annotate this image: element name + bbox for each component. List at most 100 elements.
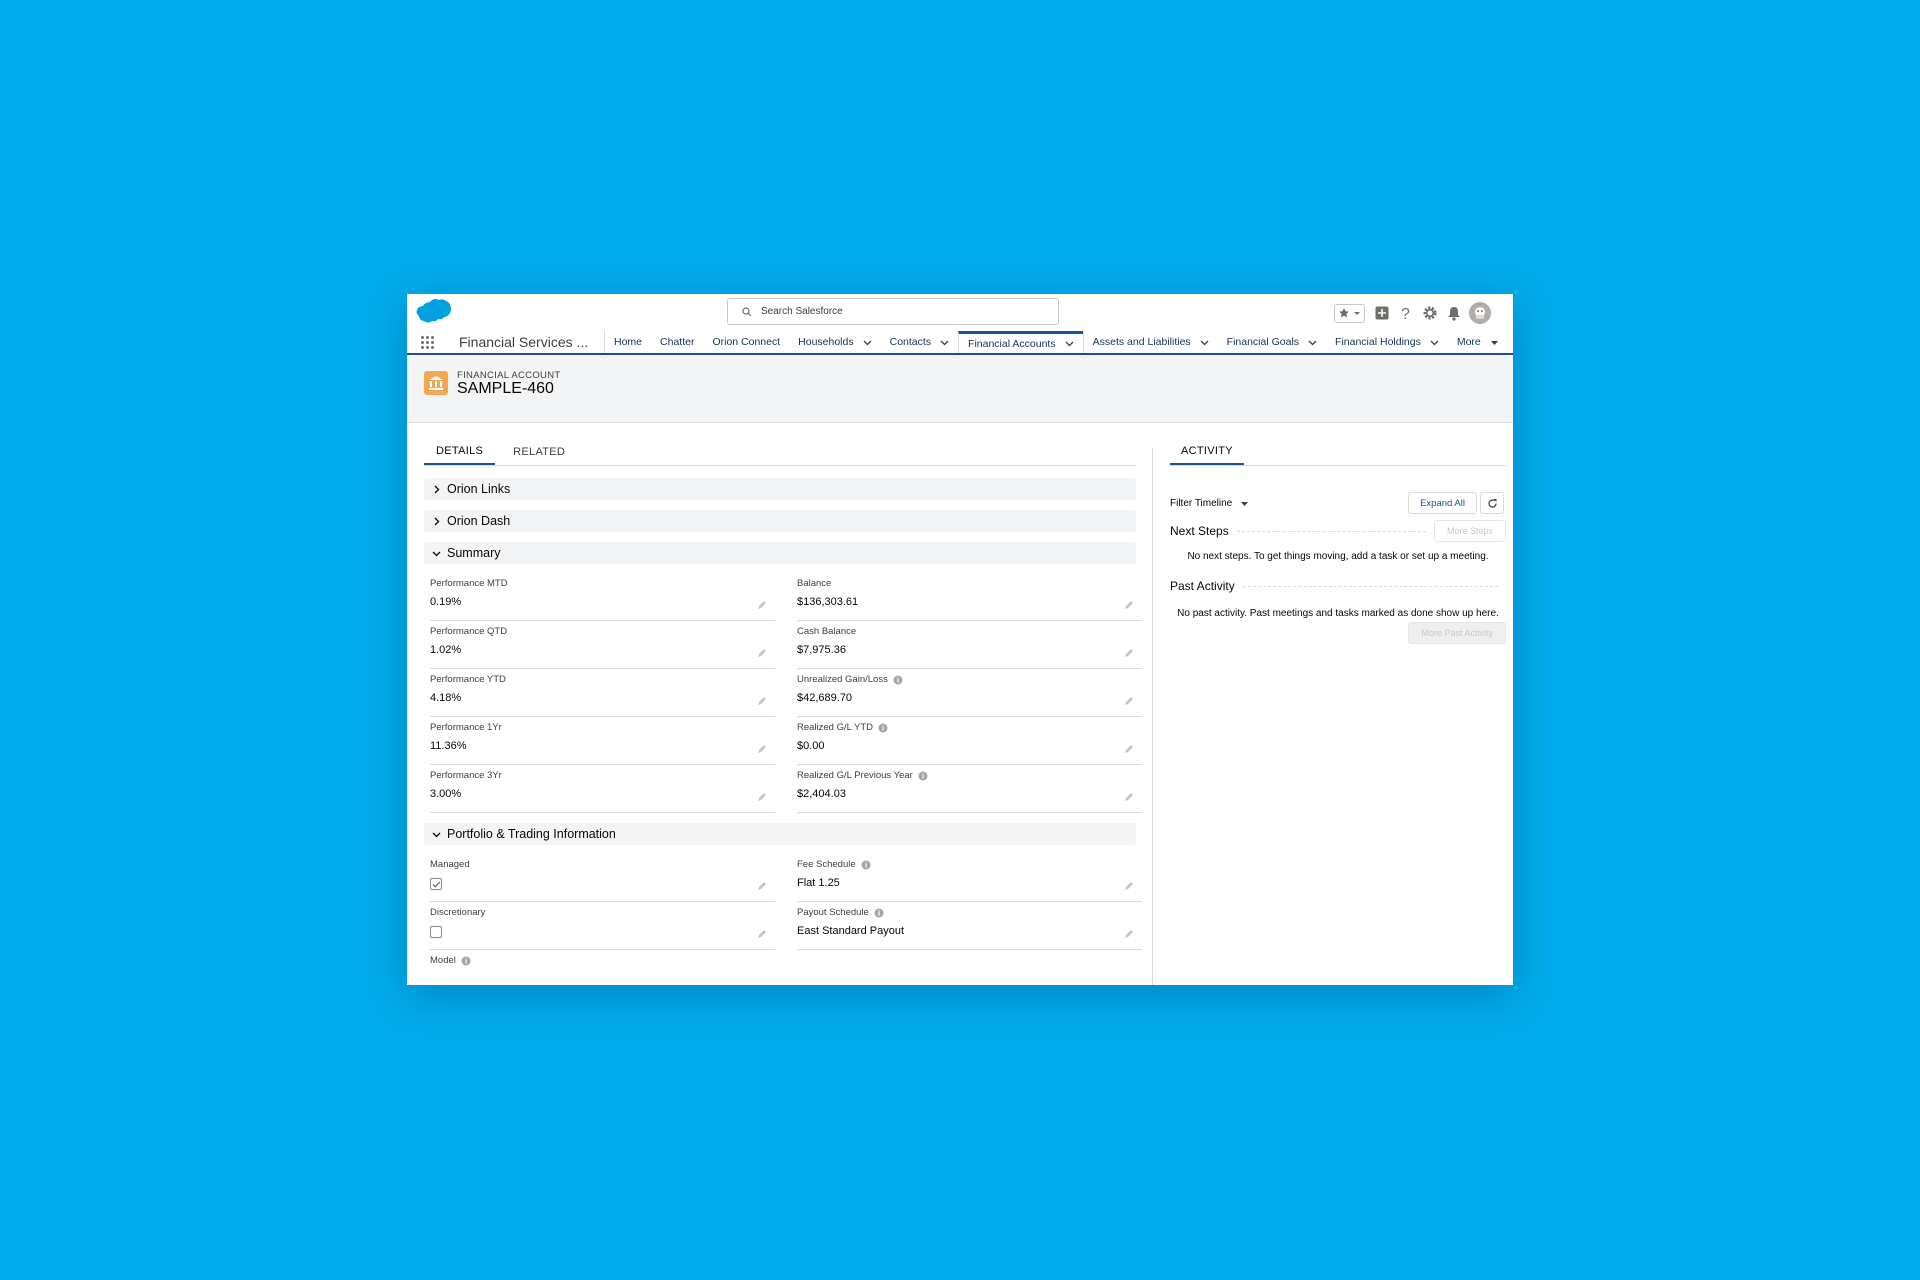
pencil-icon[interactable] bbox=[757, 693, 767, 711]
field-cash-balance: Cash Balance $7,975.36 bbox=[797, 621, 1142, 669]
field-value: 4.18% bbox=[430, 692, 462, 704]
more-past-activity-button[interactable]: More Past Activity bbox=[1408, 622, 1506, 644]
managed-checkbox[interactable] bbox=[430, 878, 442, 890]
pencil-icon[interactable] bbox=[1124, 789, 1134, 807]
pencil-icon[interactable] bbox=[1124, 926, 1134, 944]
field-unrealized-gain-loss: Unrealized Gain/Loss $42,689.70 bbox=[797, 669, 1142, 717]
nav-tab-home[interactable]: Home bbox=[605, 331, 651, 353]
info-icon[interactable] bbox=[878, 723, 888, 733]
field-label-text: Fee Schedule bbox=[797, 859, 856, 870]
search-input[interactable] bbox=[761, 306, 1041, 317]
section-title: Summary bbox=[447, 546, 501, 560]
chevron-down-icon[interactable] bbox=[1200, 338, 1209, 347]
record-header: FINANCIAL ACCOUNT SAMPLE-460 bbox=[407, 355, 1513, 423]
field-discretionary: Discretionary bbox=[430, 902, 775, 950]
section-title: Orion Dash bbox=[447, 514, 511, 528]
nav-tab-financial-goals[interactable]: Financial Goals bbox=[1218, 331, 1326, 353]
pencil-icon[interactable] bbox=[757, 926, 767, 944]
filter-timeline-button[interactable]: Filter Timeline bbox=[1170, 498, 1249, 509]
panel-divider bbox=[1152, 448, 1153, 985]
field-label: Payout Schedule bbox=[797, 907, 1142, 918]
chevron-down-icon[interactable] bbox=[1065, 339, 1074, 348]
chevron-down-icon[interactable] bbox=[863, 338, 872, 347]
pencil-icon[interactable] bbox=[1124, 741, 1134, 759]
next-steps-row: Next Steps More Steps bbox=[1170, 517, 1506, 545]
nav-tab-more[interactable]: More bbox=[1448, 331, 1508, 353]
more-past-activity-row: More Past Activity bbox=[1170, 622, 1506, 644]
section-orion-links[interactable]: Orion Links bbox=[424, 478, 1136, 500]
caret-down-icon bbox=[1490, 338, 1499, 347]
chevron-down-icon[interactable] bbox=[940, 338, 949, 347]
app-name: Financial Services ... bbox=[437, 331, 605, 353]
nav-tab-households[interactable]: Households bbox=[789, 331, 880, 353]
app-launcher-icon[interactable] bbox=[407, 331, 437, 353]
past-activity-title: Past Activity bbox=[1170, 579, 1235, 593]
pencil-icon[interactable] bbox=[757, 878, 767, 896]
info-icon[interactable] bbox=[874, 908, 884, 918]
svg-text:?: ? bbox=[1401, 306, 1410, 321]
pencil-icon[interactable] bbox=[757, 597, 767, 615]
nav-tab-contacts[interactable]: Contacts bbox=[881, 331, 958, 353]
field-value: Flat 1.25 bbox=[797, 877, 840, 889]
pencil-icon[interactable] bbox=[757, 645, 767, 663]
salesforce-logo[interactable] bbox=[415, 298, 451, 331]
field-label: Balance bbox=[797, 578, 832, 589]
info-icon[interactable] bbox=[918, 771, 928, 781]
discretionary-checkbox[interactable] bbox=[430, 926, 442, 938]
help-icon[interactable]: ? bbox=[1399, 305, 1413, 321]
info-icon[interactable] bbox=[861, 860, 871, 870]
field-label: Performance YTD bbox=[430, 674, 506, 685]
record-title: SAMPLE-460 bbox=[457, 380, 554, 397]
field-label: Model bbox=[430, 955, 775, 966]
field-label: Performance MTD bbox=[430, 578, 508, 589]
field-managed: Managed bbox=[430, 854, 775, 902]
pencil-icon[interactable] bbox=[757, 741, 767, 759]
pencil-icon[interactable] bbox=[757, 789, 767, 807]
nav-tab-assets-liabilities[interactable]: Assets and Liabilities bbox=[1082, 331, 1218, 353]
tab-related[interactable]: RELATED bbox=[501, 438, 577, 465]
field-value: $42,689.70 bbox=[797, 692, 853, 704]
field-label-text: Model bbox=[430, 955, 456, 966]
info-icon[interactable] bbox=[461, 956, 471, 966]
chevron-down-icon[interactable] bbox=[1430, 338, 1439, 347]
next-steps-empty-message: No next steps. To get things moving, add… bbox=[1187, 551, 1489, 562]
pencil-icon[interactable] bbox=[1124, 878, 1134, 896]
nav-tab-label: Contacts bbox=[889, 336, 932, 348]
field-value: $2,404.03 bbox=[797, 788, 846, 800]
field-value: $0.00 bbox=[797, 740, 825, 752]
field-value: 1.02% bbox=[430, 644, 462, 656]
gear-icon[interactable] bbox=[1422, 305, 1438, 321]
nav-tab-label: Financial Holdings bbox=[1335, 336, 1421, 348]
nav-tab-label: Orion Connect bbox=[712, 336, 781, 348]
nav-tab-financial-holdings[interactable]: Financial Holdings bbox=[1326, 331, 1448, 353]
nav-tab-chatter[interactable]: Chatter bbox=[651, 331, 703, 353]
nav-tab-orion-connect[interactable]: Orion Connect bbox=[703, 331, 789, 353]
bell-icon[interactable] bbox=[1447, 305, 1461, 321]
global-search[interactable] bbox=[727, 298, 1059, 325]
section-summary[interactable]: Summary bbox=[424, 542, 1136, 564]
plus-icon[interactable] bbox=[1374, 305, 1390, 321]
chevron-down-icon[interactable] bbox=[1308, 338, 1317, 347]
chevron-down-icon bbox=[432, 832, 441, 837]
pencil-icon[interactable] bbox=[1124, 597, 1134, 615]
tab-activity[interactable]: ACTIVITY bbox=[1170, 438, 1244, 465]
more-steps-button[interactable]: More Steps bbox=[1433, 520, 1506, 542]
expand-all-button[interactable]: Expand All bbox=[1408, 492, 1477, 514]
field-label-text: Payout Schedule bbox=[797, 907, 869, 918]
record-detail-panel: DETAILS RELATED Orion Links Orion Dash S… bbox=[424, 438, 1142, 968]
pencil-icon[interactable] bbox=[1124, 645, 1134, 663]
tab-details[interactable]: DETAILS bbox=[424, 438, 496, 465]
info-icon[interactable] bbox=[893, 675, 903, 685]
field-label: Unrealized Gain/Loss bbox=[797, 674, 1142, 685]
section-orion-dash[interactable]: Orion Dash bbox=[424, 510, 1136, 532]
field-value: East Standard Payout bbox=[797, 925, 905, 937]
section-portfolio-trading[interactable]: Portfolio & Trading Information bbox=[424, 823, 1136, 845]
favorites-button[interactable] bbox=[1334, 303, 1365, 323]
nav-tab-label: Financial Goals bbox=[1226, 336, 1300, 348]
field-performance-mtd: Performance MTD 0.19% bbox=[430, 573, 775, 621]
pencil-icon[interactable] bbox=[1124, 693, 1134, 711]
nav-tab-financial-accounts[interactable]: Financial Accounts bbox=[958, 331, 1083, 353]
user-avatar[interactable] bbox=[1469, 302, 1491, 324]
utility-icons: ? bbox=[1334, 302, 1491, 324]
refresh-button[interactable] bbox=[1480, 492, 1504, 514]
